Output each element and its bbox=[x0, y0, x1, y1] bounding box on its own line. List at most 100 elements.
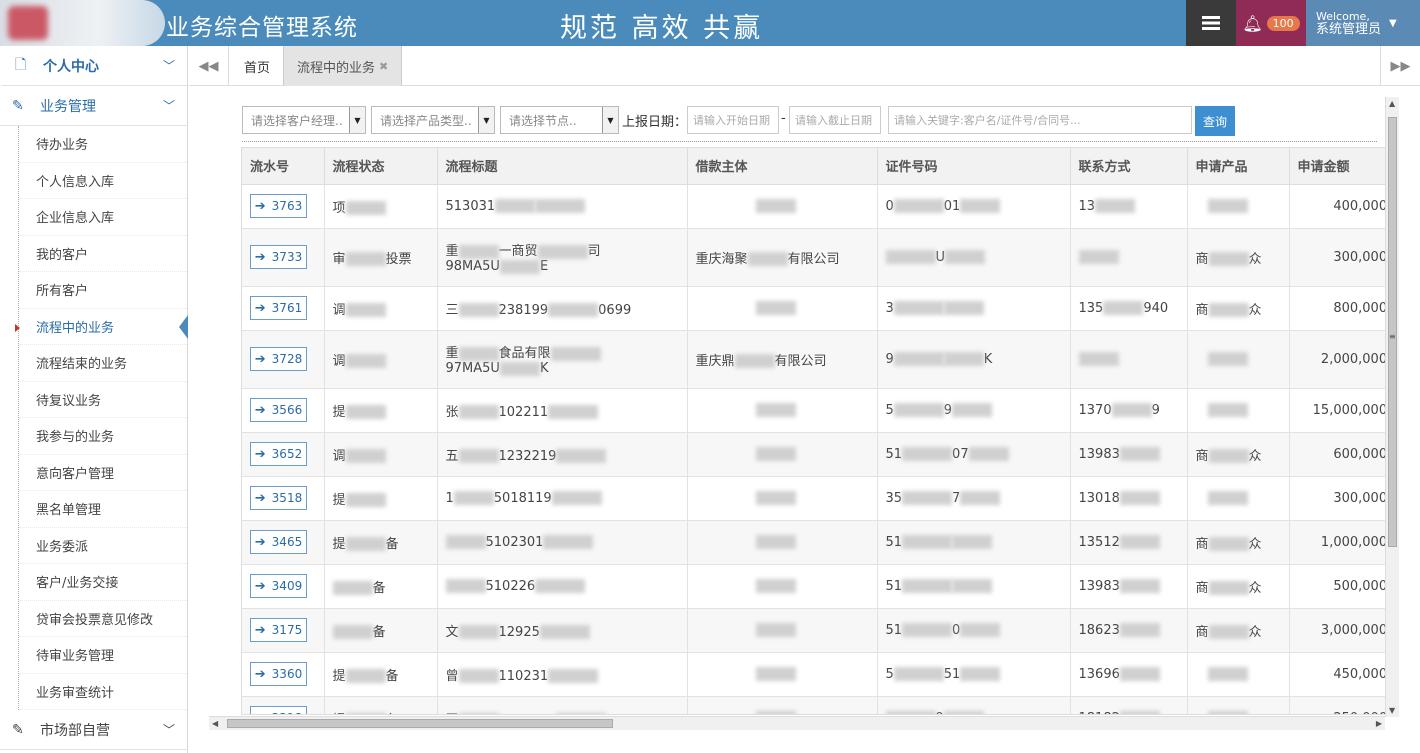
view-detail-button[interactable]: ➔ 3733 bbox=[250, 245, 307, 269]
sidebar-item[interactable]: 个人信息入库 bbox=[19, 163, 187, 199]
view-detail-button[interactable]: ➔ 3465 bbox=[250, 530, 307, 554]
query-button[interactable]: 查询 bbox=[1195, 106, 1235, 136]
redacted-text bbox=[445, 579, 486, 593]
scroll-down-icon[interactable]: ▼ bbox=[1389, 706, 1395, 715]
redacted-text bbox=[548, 303, 599, 317]
amount-cell: 300,000.0 bbox=[1289, 476, 1385, 521]
customer-manager-select[interactable]: 请选择客户经理.. ▼ bbox=[242, 106, 366, 134]
view-detail-button[interactable]: ➔ 3318 bbox=[250, 706, 307, 715]
arrow-right-icon: ➔ bbox=[254, 622, 266, 638]
column-header[interactable]: 流水号 bbox=[242, 148, 325, 185]
scrollbar-thumb[interactable] bbox=[227, 719, 613, 728]
column-header[interactable]: 流程状态 bbox=[324, 148, 438, 185]
contact-cell: 13 bbox=[1070, 184, 1188, 229]
cell-text: 13512 bbox=[1078, 534, 1120, 550]
cell-text: 5102211 bbox=[499, 713, 557, 715]
product-cell bbox=[1187, 696, 1290, 714]
redacted-text bbox=[902, 491, 953, 505]
sidebar-item[interactable]: 客户/业务交接 bbox=[19, 564, 187, 601]
redacted-text bbox=[495, 199, 536, 213]
sidebar-item[interactable]: 待办业务 bbox=[19, 126, 187, 163]
sidebar-section-personal-center[interactable]: 🗋 个人中心 ﹀ bbox=[0, 46, 187, 86]
column-header[interactable]: 借款主体 bbox=[687, 148, 878, 185]
cell-text: 110231 bbox=[498, 668, 549, 684]
sidebar-item[interactable]: 我的客户 bbox=[19, 236, 187, 272]
sidebar-item[interactable]: 业务委派 bbox=[19, 528, 187, 564]
column-header[interactable]: 联系方式 bbox=[1070, 148, 1188, 185]
menu-toggle-button[interactable] bbox=[1186, 0, 1236, 46]
horizontal-scrollbar[interactable]: ◀ ▶ bbox=[209, 716, 1385, 730]
id-cell: ➔ 3409 bbox=[242, 564, 325, 609]
tab-scroll-right-button[interactable]: ▶▶ bbox=[1380, 46, 1420, 86]
sidebar-item[interactable]: 贷审会投票意见修改 bbox=[19, 601, 187, 637]
tab-scroll-left-button[interactable]: ◀◀ bbox=[189, 46, 229, 86]
user-name: 系统管理员 bbox=[1316, 22, 1382, 37]
sidebar-item[interactable]: 业务审查统计 bbox=[19, 674, 187, 710]
tab-home[interactable]: 首页 bbox=[231, 46, 283, 86]
view-detail-button[interactable]: ➔ 3175 bbox=[250, 618, 307, 642]
sidebar-item[interactable]: 黑名单管理 bbox=[19, 491, 187, 528]
table-row[interactable]: ➔3733审投票重一商贸司98MA5UE重庆海聚有限公司U商众300,000.0 bbox=[242, 228, 1385, 287]
sidebar-item[interactable]: 流程结束的业务 bbox=[19, 345, 187, 382]
scroll-up-icon[interactable]: ▲ bbox=[1389, 99, 1395, 108]
redacted-text bbox=[893, 403, 944, 417]
table-row[interactable]: ➔3175备文1292551018623商众3,000,000.0 bbox=[242, 608, 1385, 653]
table-row[interactable]: ➔ 3518 提 1 5018119 35 7 13018 300,000.0 bbox=[242, 476, 1385, 521]
product-type-select[interactable]: 请选择产品类型.. ▼ bbox=[371, 106, 495, 134]
view-detail-button[interactable]: ➔ 3566 bbox=[250, 398, 307, 422]
table-row[interactable]: ➔3360提备曾11023155113696450,000.0 bbox=[242, 652, 1385, 697]
keyword-search-input[interactable]: 请输入关键字:客户名/证件号/合同号... bbox=[888, 106, 1192, 134]
redacted-text bbox=[537, 244, 588, 259]
end-date-input[interactable]: 请输入截止日期 bbox=[789, 106, 881, 134]
cell-text: 800,000.0 bbox=[1333, 300, 1385, 316]
sidebar-item[interactable]: 企业信息入库 bbox=[19, 199, 187, 236]
table-row[interactable]: ➔3652调五1232219510713983商众600,000.0 bbox=[242, 432, 1385, 477]
column-header[interactable]: 申请产品 bbox=[1187, 148, 1290, 185]
id-cell: ➔ 3465 bbox=[242, 520, 325, 565]
arrow-right-icon: ➔ bbox=[255, 711, 266, 715]
sidebar-item[interactable]: 所有客户 bbox=[19, 272, 187, 309]
cell-text: 01 bbox=[943, 198, 961, 214]
view-detail-button[interactable]: ➔ 3763 bbox=[250, 194, 307, 218]
column-header[interactable]: 申请金额 bbox=[1289, 148, 1385, 185]
redacted-text bbox=[345, 669, 386, 683]
scroll-left-icon[interactable]: ◀ bbox=[212, 719, 218, 728]
sidebar-item[interactable]: 我参与的业务 bbox=[19, 418, 187, 455]
user-menu-button[interactable]: Welcome, 系统管理员 ▼ bbox=[1306, 0, 1420, 46]
column-header[interactable]: 证件号码 bbox=[877, 148, 1071, 185]
cell-text: 3728 bbox=[271, 352, 303, 366]
tab-in-process-business[interactable]: 流程中的业务 ✖ bbox=[283, 46, 403, 86]
close-icon[interactable]: ✖ bbox=[379, 60, 388, 73]
sidebar-section-market-dept[interactable]: ✎ 市场部自营 ﹀ bbox=[0, 710, 187, 750]
sidebar-item-active[interactable]: 流程中的业务 bbox=[15, 309, 188, 345]
node-select[interactable]: 请选择节点.. ▼ bbox=[500, 106, 619, 134]
table-row[interactable]: ➔3465提备51023015113512商众1,000,000.0 bbox=[242, 520, 1385, 565]
table-row[interactable]: ➔3728调重食品有限97MA5UK重庆鼎有限公司9K2,000,000.0 bbox=[242, 330, 1385, 389]
table-row[interactable]: ➔ 3763 项 513031 0 01 13 400,000.0 bbox=[242, 184, 1385, 229]
table-row[interactable]: ➔3409备5102265113983商众500,000.0 bbox=[242, 564, 1385, 609]
table-row[interactable]: ➔3318提务罗5102211918182250,000.0 bbox=[242, 696, 1385, 715]
view-detail-button[interactable]: ➔ 3518 bbox=[250, 486, 307, 510]
notifications-button[interactable]: 🔔︎ 100 bbox=[1236, 0, 1306, 46]
view-detail-button[interactable]: ➔ 3761 bbox=[250, 296, 307, 320]
borrower-cell bbox=[687, 432, 878, 477]
sidebar-item[interactable]: 待复议业务 bbox=[19, 382, 187, 418]
vertical-scrollbar[interactable]: ▲ ≡ ▼ bbox=[1385, 97, 1399, 717]
column-header[interactable]: 流程标题 bbox=[437, 148, 688, 185]
filter-bar: 请选择客户经理.. ▼ 请选择产品类型.. ▼ 请选择节点.. ▼ 上报日期： … bbox=[242, 106, 1377, 142]
redacted-text bbox=[960, 623, 1001, 637]
view-detail-button[interactable]: ➔ 3728 bbox=[250, 347, 307, 371]
scroll-right-icon[interactable]: ▶ bbox=[1376, 719, 1382, 728]
view-detail-button[interactable]: ➔ 3409 bbox=[250, 574, 307, 598]
sidebar-item[interactable]: 待审业务管理 bbox=[19, 637, 187, 674]
table-row[interactable]: ➔3566提张102211591370915,000,000.0 bbox=[242, 388, 1385, 433]
cert-cell: 35 7 bbox=[877, 476, 1071, 521]
sidebar-item[interactable]: 意向客户管理 bbox=[19, 455, 187, 491]
view-detail-button[interactable]: ➔ 3360 bbox=[250, 662, 307, 686]
view-detail-button[interactable]: ➔ 3652 bbox=[250, 442, 307, 466]
cell-text: 500,000.0 bbox=[1333, 578, 1385, 594]
sidebar-section-business-management[interactable]: ✎ 业务管理 ﹀ bbox=[0, 86, 187, 126]
table-row[interactable]: ➔3761调三23819906993135940商众800,000.0 bbox=[242, 286, 1385, 331]
cell-text: 400,000.0 bbox=[1333, 198, 1385, 214]
start-date-input[interactable]: 请输入开始日期 bbox=[687, 106, 779, 134]
